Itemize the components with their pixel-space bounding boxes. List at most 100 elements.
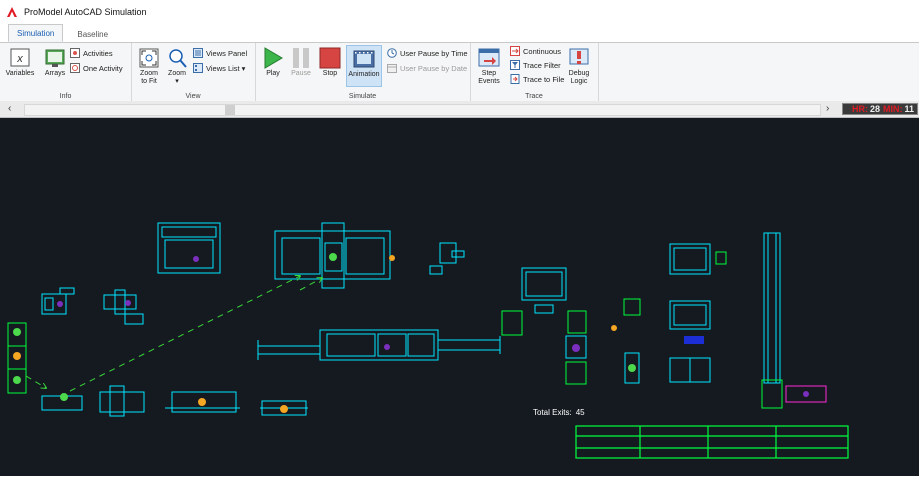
machine-bottom-2 bbox=[99, 391, 145, 413]
one-activity-label: One Activity bbox=[83, 63, 123, 73]
group-trace-label: Trace bbox=[525, 93, 543, 100]
play-button[interactable]: Play bbox=[260, 47, 286, 78]
vertical-conveyor bbox=[763, 232, 781, 384]
user-pause-date-button[interactable]: User Pause by Date bbox=[387, 63, 467, 73]
scroll-track[interactable] bbox=[24, 104, 821, 116]
buffer-d bbox=[565, 361, 587, 385]
buffer-b bbox=[567, 310, 587, 334]
continuous-label: Continuous bbox=[523, 46, 561, 56]
entity-green bbox=[13, 328, 21, 336]
animation-button[interactable]: Animation bbox=[346, 45, 382, 87]
views-panel-icon bbox=[193, 48, 203, 58]
zoom-to-fit-icon bbox=[139, 48, 159, 68]
total-exits: Total Exits: 45 bbox=[533, 408, 585, 417]
path-network bbox=[25, 276, 322, 392]
user-pause-time-button[interactable]: User Pause by Time bbox=[387, 48, 468, 58]
arrays-label: Arrays bbox=[44, 70, 66, 77]
variables-button[interactable]: x Variables bbox=[4, 47, 36, 78]
entity-orange bbox=[611, 325, 617, 331]
machine-small-2 bbox=[103, 294, 137, 310]
tab-baseline[interactable]: Baseline bbox=[69, 26, 116, 42]
entity-purple bbox=[193, 256, 199, 262]
zoom-label: Zoom bbox=[168, 70, 186, 77]
machine-mid-right bbox=[521, 267, 567, 301]
entity-purple bbox=[572, 344, 580, 352]
one-activity-button[interactable]: One Activity bbox=[70, 63, 123, 73]
entity-green bbox=[628, 364, 636, 372]
buffer-e bbox=[623, 298, 641, 316]
entities bbox=[13, 253, 809, 413]
entity-orange bbox=[389, 255, 395, 261]
arrays-button[interactable]: Arrays bbox=[40, 47, 70, 78]
continuous-button[interactable]: Continuous bbox=[510, 46, 561, 56]
clock-min-value: 11 bbox=[904, 104, 914, 114]
entity-green bbox=[329, 253, 337, 261]
group-info: x Variables Arrays Activities One Activi… bbox=[0, 43, 132, 101]
variables-icon: x bbox=[10, 48, 30, 67]
ribbon-tabs: Simulation Baseline bbox=[0, 24, 919, 42]
group-view-label: View bbox=[185, 93, 201, 100]
stop-button[interactable]: Stop bbox=[317, 47, 343, 78]
tab-simulation[interactable]: Simulation bbox=[8, 24, 64, 42]
one-activity-icon bbox=[70, 63, 80, 73]
pause-button[interactable]: Pause bbox=[288, 47, 314, 78]
autocad-logo-icon bbox=[6, 6, 18, 18]
entity-blue bbox=[684, 336, 704, 344]
zoom-to-fit-button[interactable]: Zoom to Fit bbox=[135, 47, 163, 86]
stop-label: Stop bbox=[322, 70, 338, 77]
window-title: ProModel AutoCAD Simulation bbox=[24, 7, 147, 17]
views-list-button[interactable]: Views List ▾ bbox=[193, 63, 245, 73]
magnifier-icon bbox=[169, 49, 187, 68]
views-panel-label: Views Panel bbox=[206, 48, 248, 58]
activities-button[interactable]: Activities bbox=[70, 48, 113, 58]
horizontal-scrollbar[interactable]: ‹ › HR: 28 MIN: 11 bbox=[0, 101, 919, 118]
step-events-icon bbox=[478, 48, 500, 67]
entity-green bbox=[60, 393, 68, 401]
total-exits-label: Total Exits: bbox=[533, 408, 572, 417]
entity-purple bbox=[384, 344, 390, 350]
machine-top-left bbox=[157, 222, 221, 274]
step-events-button[interactable]: Step Events bbox=[474, 47, 504, 86]
ribbon: x Variables Arrays Activities One Activi… bbox=[0, 42, 919, 102]
zoom-button[interactable]: Zoom ▾ bbox=[164, 47, 190, 86]
trace-filter-label: Trace Filter bbox=[523, 60, 561, 70]
simulation-canvas[interactable]: Total Exits: 45 bbox=[0, 118, 919, 476]
trace-to-file-button[interactable]: Trace to File bbox=[510, 74, 564, 84]
entity-orange bbox=[198, 398, 206, 406]
play-icon bbox=[264, 47, 283, 69]
trace-filter-icon bbox=[510, 60, 520, 70]
views-list-label: Views List bbox=[206, 63, 240, 73]
dropdown-arrow-icon: ▾ bbox=[241, 63, 246, 73]
arrays-icon bbox=[45, 49, 65, 67]
play-label: Play bbox=[266, 70, 280, 77]
clock-hr-label: HR: bbox=[851, 104, 868, 114]
variables-label: Variables bbox=[5, 70, 35, 77]
scroll-thumb[interactable] bbox=[225, 105, 235, 115]
buffer-a bbox=[501, 310, 523, 336]
chevron-down-icon: ▾ bbox=[175, 78, 179, 85]
film-strip-icon bbox=[353, 50, 375, 68]
clock-hr-value: 28 bbox=[869, 104, 880, 114]
views-panel-button[interactable]: Views Panel bbox=[193, 48, 247, 58]
zoom-to-fit-label-2: to Fit bbox=[141, 78, 157, 85]
debug-logic-button[interactable]: Debug Logic bbox=[565, 47, 593, 86]
user-pause-date-label: User Pause by Date bbox=[400, 63, 468, 73]
trace-to-file-label: Trace to File bbox=[523, 74, 565, 84]
trace-filter-button[interactable]: Trace Filter bbox=[510, 60, 561, 70]
pause-label: Pause bbox=[291, 70, 311, 77]
group-info-label: Info bbox=[59, 93, 72, 100]
animation-label: Animation bbox=[348, 71, 380, 78]
title-bar: ProModel AutoCAD Simulation bbox=[0, 0, 919, 24]
cad-layout bbox=[7, 222, 849, 459]
scroll-right-icon[interactable]: › bbox=[826, 103, 829, 114]
scroll-left-icon[interactable]: ‹ bbox=[8, 103, 11, 114]
total-exits-value: 45 bbox=[575, 408, 585, 417]
pause-icon bbox=[293, 48, 309, 68]
debug-logic-label-1: Debug bbox=[568, 70, 590, 77]
group-simulate: Play Pause Stop Animation User Pause by … bbox=[255, 43, 471, 101]
simulation-clock: HR: 28 MIN: 11 bbox=[842, 103, 918, 115]
zoom-to-fit-label-1: Zoom bbox=[140, 70, 158, 77]
user-pause-time-label: User Pause by Time bbox=[400, 48, 468, 58]
step-events-label-2: Events bbox=[478, 78, 500, 85]
entity-orange bbox=[280, 405, 288, 413]
